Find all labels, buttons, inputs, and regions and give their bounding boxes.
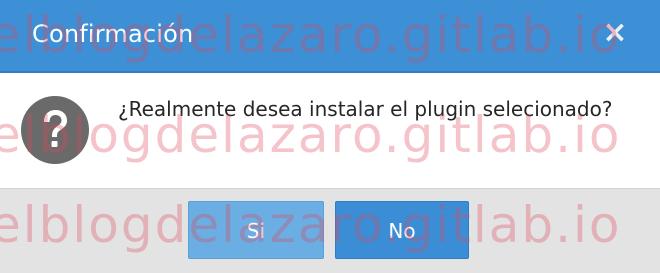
yes-button[interactable]: Si <box>188 201 324 259</box>
no-button[interactable]: No <box>335 201 469 259</box>
dialog-title: Confirmación <box>32 20 194 48</box>
dialog-body: ¿Realmente desea instalar el plugin sele… <box>0 73 660 188</box>
question-icon <box>20 95 90 165</box>
confirm-dialog: Confirmación × ¿Realmente desea instalar… <box>0 0 660 273</box>
dialog-titlebar: Confirmación × <box>0 0 660 73</box>
dialog-message: ¿Realmente desea instalar el plugin sele… <box>118 97 613 121</box>
dialog-footer: Si No <box>0 188 660 273</box>
close-icon[interactable]: × <box>600 18 630 48</box>
